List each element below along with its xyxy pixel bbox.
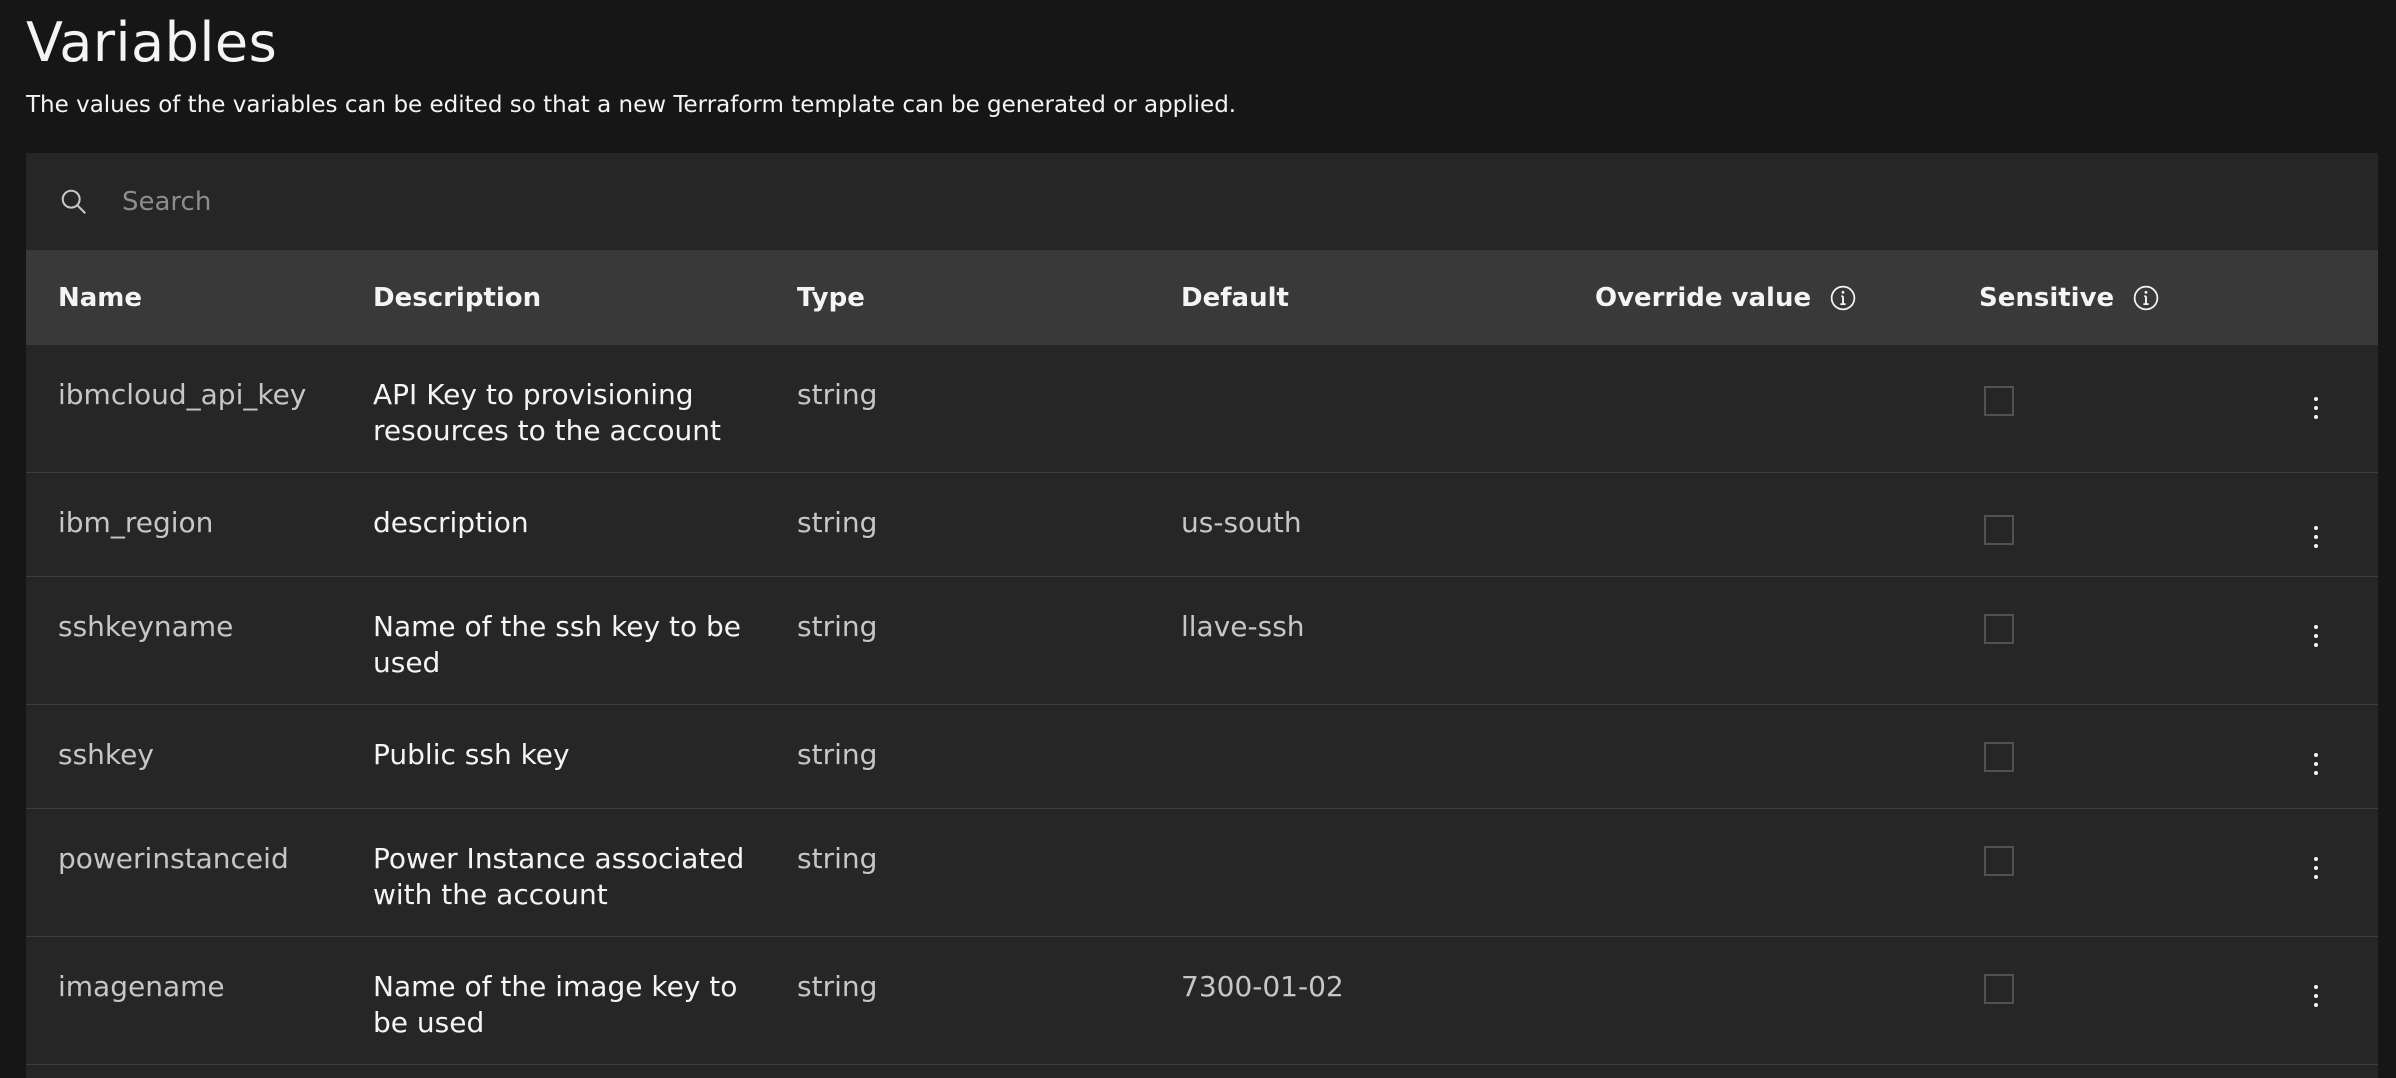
variable-description: Public ssh key bbox=[373, 738, 570, 771]
variable-type: string bbox=[797, 506, 878, 539]
column-header-default[interactable]: Default bbox=[1181, 250, 1289, 345]
variable-type: string bbox=[797, 970, 878, 1003]
page-title: Variables bbox=[26, 11, 278, 74]
column-header-sensitive: Sensitive bbox=[1979, 250, 2160, 345]
table-header: Name Description Type Default Override v… bbox=[26, 250, 2378, 345]
variable-name: sshkey bbox=[58, 738, 154, 771]
page-description: The values of the variables can be edite… bbox=[26, 92, 1237, 118]
table-row: imagename Name of the image key to be us… bbox=[26, 937, 2378, 1065]
overflow-menu-icon[interactable] bbox=[2304, 848, 2328, 888]
overflow-menu-icon[interactable] bbox=[2304, 517, 2328, 557]
variable-type: string bbox=[797, 842, 878, 875]
column-header-override: Override value bbox=[1595, 250, 1857, 345]
variable-name: ibmcloud_api_key bbox=[58, 378, 307, 411]
overflow-menu-icon[interactable] bbox=[2304, 388, 2328, 428]
variable-type: string bbox=[797, 738, 878, 771]
table-row: ibm_region description string us-south bbox=[26, 473, 2378, 577]
variable-name: imagename bbox=[58, 970, 225, 1003]
info-icon[interactable] bbox=[1829, 284, 1857, 312]
search-bar bbox=[26, 153, 2378, 250]
variable-name: sshkeyname bbox=[58, 610, 234, 643]
overflow-menu-icon[interactable] bbox=[2304, 976, 2328, 1016]
sensitive-checkbox[interactable] bbox=[1984, 974, 2014, 1004]
variable-type: string bbox=[797, 378, 878, 411]
sensitive-checkbox[interactable] bbox=[1984, 846, 2014, 876]
variable-name: powerinstanceid bbox=[58, 842, 289, 875]
overflow-menu-icon[interactable] bbox=[2304, 744, 2328, 784]
search-input[interactable] bbox=[120, 185, 2124, 218]
column-header-name[interactable]: Name bbox=[58, 250, 142, 345]
variable-name: ibm_region bbox=[58, 506, 214, 539]
column-header-type[interactable]: Type bbox=[797, 250, 865, 345]
variable-default: 7300-01-02 bbox=[1181, 970, 1344, 1003]
column-header-description[interactable]: Description bbox=[373, 250, 541, 345]
variable-default: us-south bbox=[1181, 506, 1302, 539]
table-row: sshkey Public ssh key string bbox=[26, 705, 2378, 809]
column-header-override-label: Override value bbox=[1595, 282, 1812, 313]
table-row: sshkeyname Name of the ssh key to be use… bbox=[26, 577, 2378, 705]
overflow-menu-icon[interactable] bbox=[2304, 616, 2328, 656]
sensitive-checkbox[interactable] bbox=[1984, 386, 2014, 416]
info-icon[interactable] bbox=[2132, 284, 2160, 312]
table-row: ibmcloud_api_key API Key to provisioning… bbox=[26, 345, 2378, 473]
variable-description: API Key to provisioning resources to the… bbox=[373, 378, 722, 447]
variable-default: llave-ssh bbox=[1181, 610, 1305, 643]
variable-description: description bbox=[373, 506, 529, 539]
variable-description: Power Instance associated with the accou… bbox=[373, 842, 745, 911]
sensitive-checkbox[interactable] bbox=[1984, 742, 2014, 772]
variables-table-panel: Name Description Type Default Override v… bbox=[26, 153, 2378, 1078]
page: Variables The values of the variables ca… bbox=[0, 0, 2396, 120]
column-header-sensitive-label: Sensitive bbox=[1979, 282, 2115, 313]
sensitive-checkbox[interactable] bbox=[1984, 515, 2014, 545]
table-row: powerinstanceid Power Instance associate… bbox=[26, 809, 2378, 937]
variable-description: Name of the ssh key to be used bbox=[373, 610, 741, 679]
search-icon bbox=[58, 186, 90, 218]
sensitive-checkbox[interactable] bbox=[1984, 614, 2014, 644]
variable-description: Name of the image key to be used bbox=[373, 970, 738, 1039]
variable-type: string bbox=[797, 610, 878, 643]
